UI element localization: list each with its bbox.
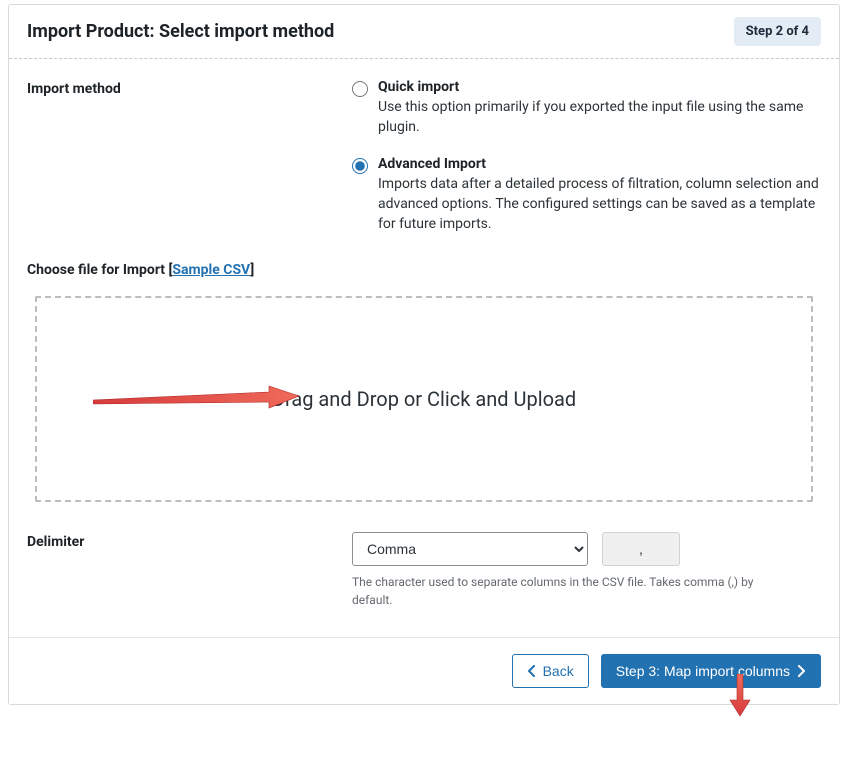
annotation-arrow-right-icon <box>93 380 301 416</box>
import-method-quick[interactable]: Quick import Use this option primarily i… <box>352 79 821 138</box>
choose-file-label-text: Choose file for Import <box>27 262 165 278</box>
back-button-label: Back <box>543 663 574 679</box>
quick-import-radio[interactable] <box>352 81 368 97</box>
step-indicator-badge: Step 2 of 4 <box>734 17 821 46</box>
advanced-import-desc: Imports data after a detailed process of… <box>378 174 821 235</box>
import-method-row: Import method Quick import Use this opti… <box>27 79 821 234</box>
quick-import-title: Quick import <box>378 79 821 95</box>
panel-header: Import Product: Select import method Ste… <box>9 5 839 59</box>
import-method-label: Import method <box>27 79 352 97</box>
file-dropzone[interactable]: Drag and Drop or Click and Upload <box>35 296 813 502</box>
delimiter-help-text: The character used to separate columns i… <box>352 574 792 609</box>
page-title: Import Product: Select import method <box>27 21 334 42</box>
import-wizard-panel: Import Product: Select import method Ste… <box>8 4 840 705</box>
delimiter-char-input[interactable] <box>602 532 680 566</box>
delimiter-row: Delimiter Comma The character used to se… <box>27 532 821 609</box>
delimiter-label: Delimiter <box>27 532 352 550</box>
quick-import-desc: Use this option primarily if you exporte… <box>378 97 821 138</box>
chevron-left-icon <box>527 665 537 677</box>
next-step-button[interactable]: Step 3: Map import columns <box>601 654 821 688</box>
panel-content: Import method Quick import Use this opti… <box>9 59 839 637</box>
back-button[interactable]: Back <box>512 654 589 688</box>
advanced-import-title: Advanced Import <box>378 156 821 172</box>
delimiter-select[interactable]: Comma <box>352 532 588 566</box>
chevron-right-icon <box>796 665 806 677</box>
next-step-button-label: Step 3: Map import columns <box>616 663 790 679</box>
sample-csv-link[interactable]: Sample CSV <box>172 262 250 278</box>
dropzone-text: Drag and Drop or Click and Upload <box>272 387 576 411</box>
wizard-footer: Back Step 3: Map import columns <box>9 637 839 704</box>
choose-file-label: Choose file for Import [Sample CSV] <box>27 262 821 278</box>
import-method-options: Quick import Use this option primarily i… <box>352 79 821 234</box>
advanced-import-radio[interactable] <box>352 158 368 174</box>
import-method-advanced[interactable]: Advanced Import Imports data after a det… <box>352 156 821 235</box>
